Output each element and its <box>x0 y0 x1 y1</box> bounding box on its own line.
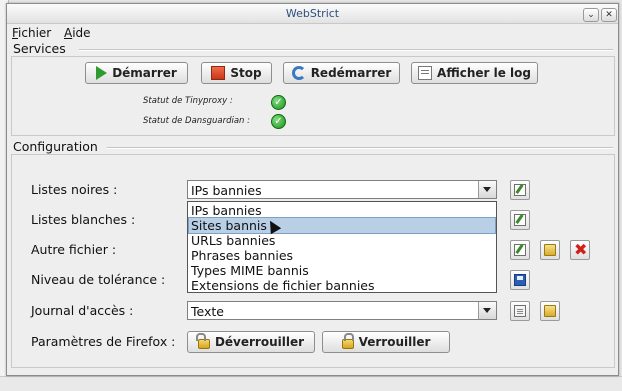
dropdown-option[interactable]: Extensions de fichier bannies <box>189 278 495 293</box>
menu-aide-label: ide <box>72 26 91 40</box>
blacklists-label: Listes noires : <box>31 182 118 197</box>
log-icon <box>418 66 433 80</box>
chevron-down-icon: ⌄ <box>587 10 595 20</box>
restart-button[interactable]: Redémarrer <box>283 62 400 84</box>
access-log-value: Texte <box>191 304 224 319</box>
desktop-bottom-edge <box>0 376 622 391</box>
start-button[interactable]: Démarrer <box>85 62 188 84</box>
edit-whitelist-button[interactable] <box>510 210 530 230</box>
close-icon: ✕ <box>605 10 613 20</box>
dropdown-option[interactable]: Types MIME bannis <box>189 263 495 278</box>
lock-button[interactable]: Verrouiller <box>322 331 450 353</box>
configuration-section-label: Configuration <box>13 139 98 154</box>
open-log-folder-button[interactable] <box>540 301 560 321</box>
tolerance-label: Niveau de tolérance : <box>31 272 166 287</box>
access-log-combo[interactable]: Texte <box>187 301 497 320</box>
stop-icon <box>211 66 226 80</box>
dropdown-arrow-icon[interactable] <box>478 181 496 198</box>
unlock-button[interactable]: Déverrouiller <box>187 331 315 353</box>
folder-icon <box>544 244 556 256</box>
play-icon <box>96 66 108 80</box>
show-log-button[interactable]: Afficher le log <box>411 62 538 84</box>
blacklists-value: IPs bannies <box>191 183 262 198</box>
edit-blacklist-button[interactable] <box>510 180 530 200</box>
save-icon <box>514 274 526 286</box>
open-file-button[interactable] <box>540 240 560 260</box>
menu-fichier-label: ichier <box>18 26 52 40</box>
services-section-label: Services <box>13 41 66 56</box>
other-file-label: Autre fichier : <box>31 242 117 257</box>
dansguardian-ok-icon: ✓ <box>271 114 286 129</box>
restart-button-label: Redémarrer <box>310 66 392 80</box>
unlock-button-label: Déverrouiller <box>214 335 305 349</box>
blacklists-dropdown-list[interactable]: IPs bannies Sites bannis URLs bannies Ph… <box>187 201 497 293</box>
blacklists-combo[interactable]: IPs bannies <box>187 180 497 199</box>
firefox-label: Paramètres de Firefox : <box>31 334 176 349</box>
save-tolerance-button[interactable] <box>510 270 530 290</box>
menu-bar: Fichier Aide <box>7 24 618 42</box>
whitelists-label: Listes blanches : <box>31 212 136 227</box>
folder-icon <box>544 305 556 317</box>
lock-button-label: Verrouiller <box>358 335 431 349</box>
unlock-icon <box>195 333 210 349</box>
stop-button[interactable]: Stop <box>201 62 272 84</box>
edit-icon <box>514 214 526 226</box>
show-log-button-label: Afficher le log <box>437 66 531 80</box>
configuration-separator <box>107 147 613 149</box>
edit-other-file-button[interactable] <box>510 240 530 260</box>
tinyproxy-status-label: Statut de Tinyproxy : <box>143 96 233 106</box>
dropdown-option[interactable]: Phrases bannies <box>189 248 495 263</box>
edit-icon <box>514 244 526 256</box>
stop-button-label: Stop <box>230 66 262 80</box>
view-log-button[interactable] <box>510 301 530 321</box>
edit-icon <box>514 184 526 196</box>
delete-file-button[interactable]: ✖ <box>570 240 590 260</box>
lock-icon <box>341 333 354 349</box>
dropdown-option-highlighted[interactable]: Sites bannis <box>188 217 496 234</box>
dropdown-option[interactable]: URLs bannies <box>189 233 495 248</box>
window-title: WebStrict <box>285 7 340 20</box>
menu-aide-mnemonic: A <box>64 26 73 40</box>
delete-icon: ✖ <box>574 240 588 259</box>
document-icon <box>514 305 526 317</box>
start-button-label: Démarrer <box>112 66 177 80</box>
access-log-label: Journal d'accès : <box>31 303 134 318</box>
minimize-button[interactable]: ⌄ <box>583 8 599 22</box>
dropdown-option[interactable]: IPs bannies <box>189 203 495 218</box>
dropdown-arrow-icon[interactable] <box>478 302 496 319</box>
dansguardian-status-label: Statut de Dansguardian : <box>143 116 250 126</box>
restart-icon <box>291 66 306 80</box>
tinyproxy-ok-icon: ✓ <box>271 95 286 110</box>
title-bar[interactable]: WebStrict ⌄ ✕ <box>7 4 618 24</box>
close-button[interactable]: ✕ <box>601 8 617 22</box>
menu-fichier[interactable]: Fichier <box>12 26 51 40</box>
app-window: WebStrict ⌄ ✕ Fichier Aide Services Déma… <box>6 3 619 376</box>
menu-aide[interactable]: Aide <box>64 26 91 40</box>
services-separator <box>79 49 613 51</box>
